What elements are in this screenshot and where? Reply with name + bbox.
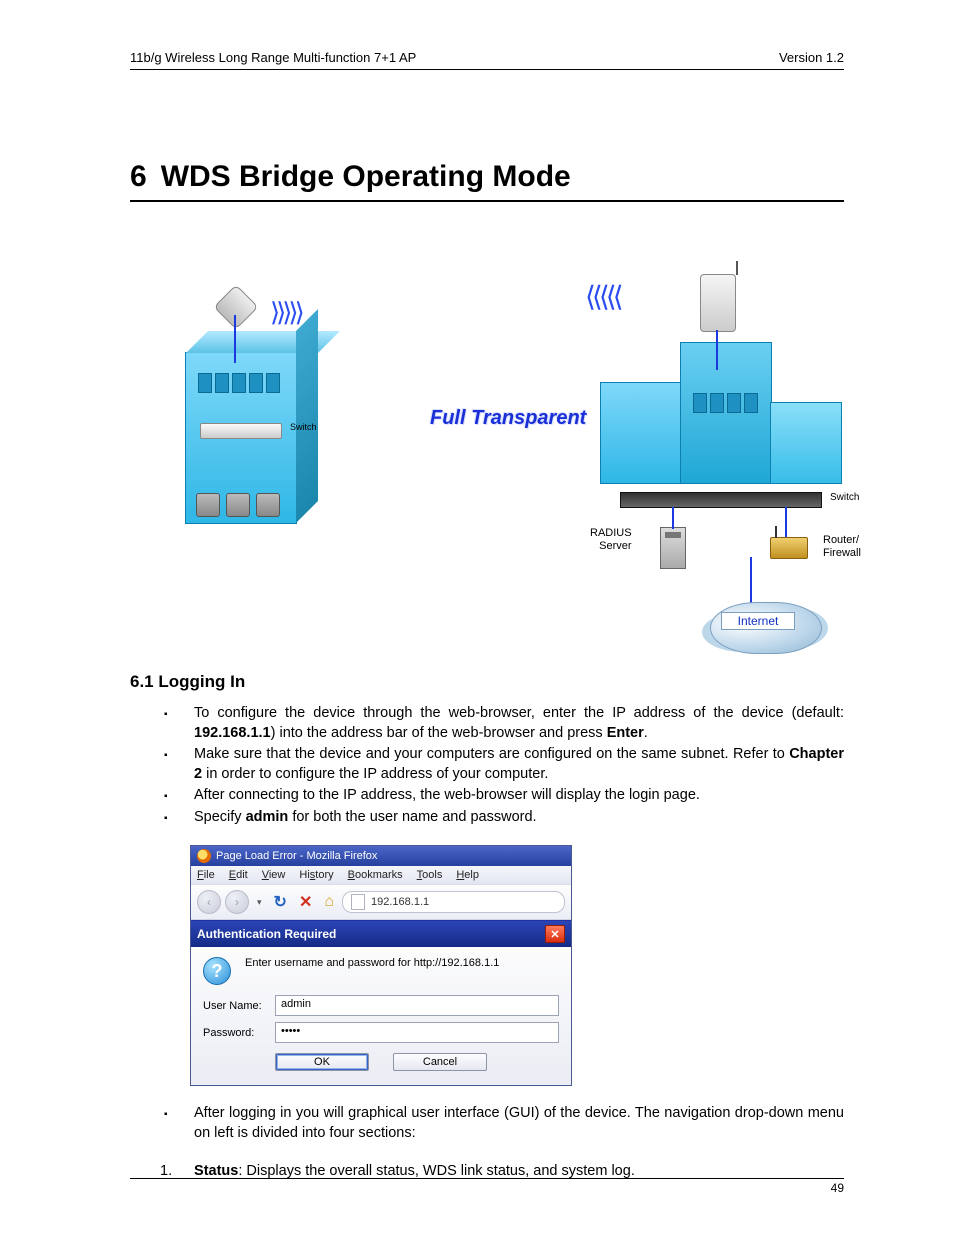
bullet-item: After connecting to the IP address, the …	[164, 786, 844, 806]
router-firewall-label: Router/Firewall	[823, 534, 861, 560]
menu-file[interactable]: File	[197, 869, 215, 881]
menu-view[interactable]: View	[262, 869, 286, 881]
menu-help[interactable]: Help	[456, 869, 479, 881]
bullet-item: After logging in you will graphical user…	[164, 1104, 844, 1143]
chapter-number: 6	[130, 160, 147, 194]
menu-tools[interactable]: Tools	[417, 869, 443, 881]
bullet-item: To configure the device through the web-…	[164, 704, 844, 743]
username-field[interactable]: admin	[275, 995, 559, 1016]
chapter-title: 6 WDS Bridge Operating Mode	[130, 160, 844, 202]
menu-history[interactable]: History	[299, 869, 333, 881]
auth-dialog: Authentication Required ✕ ? Enter userna…	[191, 920, 571, 1085]
wds-bridge-diagram: ⟩⟩⟩⟩⟩ ⟨⟨⟨⟨⟨ Switch Full Transparent Swit…	[130, 262, 844, 642]
username-label: User Name:	[203, 1000, 275, 1012]
window-title: Page Load Error - Mozilla Firefox	[216, 850, 377, 862]
right-ap-icon	[700, 274, 736, 332]
chapter-name: WDS Bridge Operating Mode	[161, 160, 571, 193]
left-cable-icon	[234, 315, 236, 363]
bullet-list: To configure the device through the web-…	[130, 704, 844, 827]
address-bar[interactable]: 192.168.1.1	[342, 891, 565, 913]
menu-bar: File Edit View History Bookmarks Tools H…	[191, 866, 571, 885]
ok-button[interactable]: OK	[275, 1053, 369, 1071]
section-heading: 6.1 Logging In	[130, 672, 844, 692]
radius-server-icon	[660, 527, 686, 569]
left-devices-icon	[196, 493, 280, 517]
right-switch-label: Switch	[830, 492, 859, 503]
page-icon	[351, 894, 365, 910]
forward-button[interactable]: ›	[225, 890, 249, 914]
back-button[interactable]: ‹	[197, 890, 221, 914]
bullet-item: Make sure that the device and your compu…	[164, 745, 844, 784]
radio-waves-out-icon: ⟩⟩⟩⟩⟩	[270, 297, 301, 328]
right-switch-icon	[620, 492, 822, 508]
toolbar: ‹ › ▾ ↻ ✕ ⌂ 192.168.1.1	[191, 885, 571, 920]
firefox-window: Page Load Error - Mozilla Firefox File E…	[190, 845, 572, 1086]
window-titlebar: Page Load Error - Mozilla Firefox	[191, 846, 571, 866]
page-footer: 49	[130, 1178, 844, 1195]
address-value: 192.168.1.1	[371, 896, 429, 908]
left-switch-icon	[200, 423, 282, 439]
home-icon[interactable]: ⌂	[320, 893, 338, 911]
password-label: Password:	[203, 1027, 275, 1039]
bullet-list-2: After logging in you will graphical user…	[130, 1104, 844, 1143]
running-header: 11b/g Wireless Long Range Multi-function…	[130, 50, 844, 70]
internet-label: Internet	[721, 612, 795, 630]
router-firewall-icon	[770, 537, 808, 559]
radio-waves-in-icon: ⟨⟨⟨⟨⟨	[585, 280, 620, 313]
auth-title: Authentication Required	[197, 927, 336, 941]
close-icon[interactable]: ✕	[545, 925, 565, 943]
cancel-button[interactable]: Cancel	[393, 1053, 487, 1071]
left-ap-icon	[213, 284, 258, 329]
right-cable-icon	[716, 330, 718, 370]
header-right: Version 1.2	[779, 50, 844, 65]
reload-icon[interactable]: ↻	[270, 892, 291, 912]
question-icon: ?	[203, 957, 231, 985]
left-building	[185, 352, 297, 524]
radius-server-label: RADIUSServer	[590, 527, 632, 553]
menu-bookmarks[interactable]: Bookmarks	[348, 869, 403, 881]
history-dropdown[interactable]: ▾	[253, 897, 266, 908]
page-number: 49	[831, 1181, 844, 1195]
bullet-item: Specify admin for both the user name and…	[164, 808, 844, 828]
auth-message: Enter username and password for http://1…	[245, 957, 559, 969]
full-transparent-label: Full Transparent	[430, 407, 586, 430]
firefox-icon	[197, 849, 211, 863]
left-switch-label: Switch	[290, 422, 317, 432]
header-left: 11b/g Wireless Long Range Multi-function…	[130, 50, 416, 65]
menu-edit[interactable]: Edit	[229, 869, 248, 881]
password-field[interactable]: •••••	[275, 1022, 559, 1043]
stop-icon[interactable]: ✕	[295, 892, 316, 912]
